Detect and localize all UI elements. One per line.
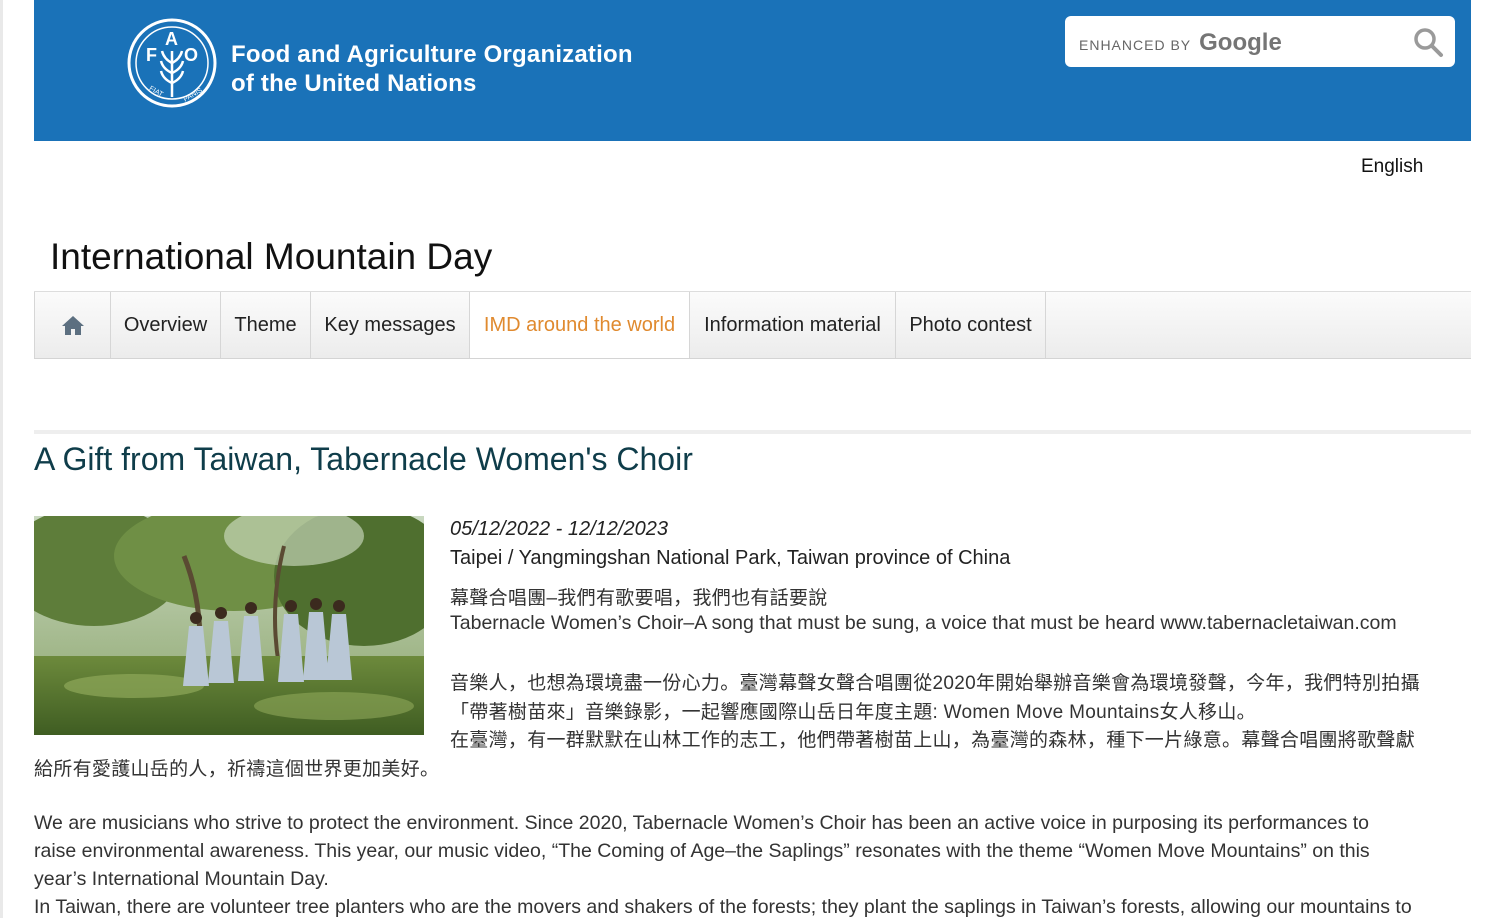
search-icon[interactable] — [1411, 25, 1445, 59]
nav-theme[interactable]: Theme — [221, 292, 311, 358]
paragraph-en-line: In Taiwan, there are volunteer tree plan… — [34, 896, 1412, 918]
subtitle-en: Tabernacle Women’s Choir–A song that mus… — [450, 612, 1397, 634]
nav-home[interactable] — [34, 292, 111, 358]
search-box: ENHANCED BY Google — [1065, 16, 1455, 67]
page-title: International Mountain Day — [50, 236, 493, 277]
search-input[interactable] — [1065, 16, 1395, 67]
org-name-line1: Food and Agriculture Organization — [231, 41, 633, 68]
event-location: Taipei / Yangmingshan National Park, Tai… — [450, 547, 1011, 569]
logo-motto: FIAT — [148, 85, 165, 99]
page-left-edge — [0, 0, 3, 918]
event-date: 05/12/2022 - 12/12/2023 — [450, 518, 668, 540]
paragraph-en-line: We are musicians who strive to protect t… — [34, 812, 1370, 834]
org-name[interactable]: Food and Agriculture Organization of the… — [231, 40, 633, 98]
nav-information-material[interactable]: Information material — [690, 292, 896, 358]
nav-photo-contest[interactable]: Photo contest — [896, 292, 1046, 358]
paragraph-zh-line: 「帶著樹苗來」音樂錄影，一起響應國際山岳日年度主題: Women Move Mo… — [450, 702, 1256, 723]
paragraph-zh-line: 在臺灣，有一群默默在山林工作的志工，他們帶著樹苗上山，為臺灣的森林，種下一片綠意… — [450, 730, 1416, 751]
article-title: A Gift from Taiwan, Tabernacle Women's C… — [34, 441, 693, 477]
paragraph-zh-line: 給所有愛護山岳的人，祈禱這個世界更加美好。 — [34, 759, 440, 780]
nav-key-messages[interactable]: Key messages — [311, 292, 470, 358]
paragraph-en-line: year’s International Mountain Day. — [34, 868, 329, 890]
paragraph-zh-line: 音樂人，也想為環境盡一份心力。臺灣幕聲女聲合唱團從2020年開始舉辦音樂會為環境… — [450, 673, 1420, 694]
nav-imd-around-the-world[interactable]: IMD around the world — [470, 292, 690, 358]
choir-photo — [34, 516, 424, 735]
fao-logo-icon[interactable]: F A O FIAT PANIS — [126, 17, 218, 109]
logo-letter-f: F — [146, 45, 157, 65]
org-name-line2: of the United Nations — [231, 70, 477, 97]
logo-letter-a: A — [165, 29, 178, 49]
home-icon — [61, 316, 84, 335]
nav-overview[interactable]: Overview — [111, 292, 221, 358]
language-selector[interactable]: English — [1361, 156, 1423, 178]
paragraph-en-line: raise environmental awareness. This year… — [34, 840, 1370, 862]
subtitle-zh: 幕聲合唱團–我們有歌要唱，我們也有話要說 — [450, 588, 828, 609]
section-divider — [34, 430, 1471, 434]
site-header: F A O FIAT PANIS Food and Agriculture Or… — [34, 0, 1471, 141]
logo-letter-o: O — [184, 45, 198, 65]
main-nav: Overview Theme Key messages IMD around t… — [34, 291, 1471, 359]
